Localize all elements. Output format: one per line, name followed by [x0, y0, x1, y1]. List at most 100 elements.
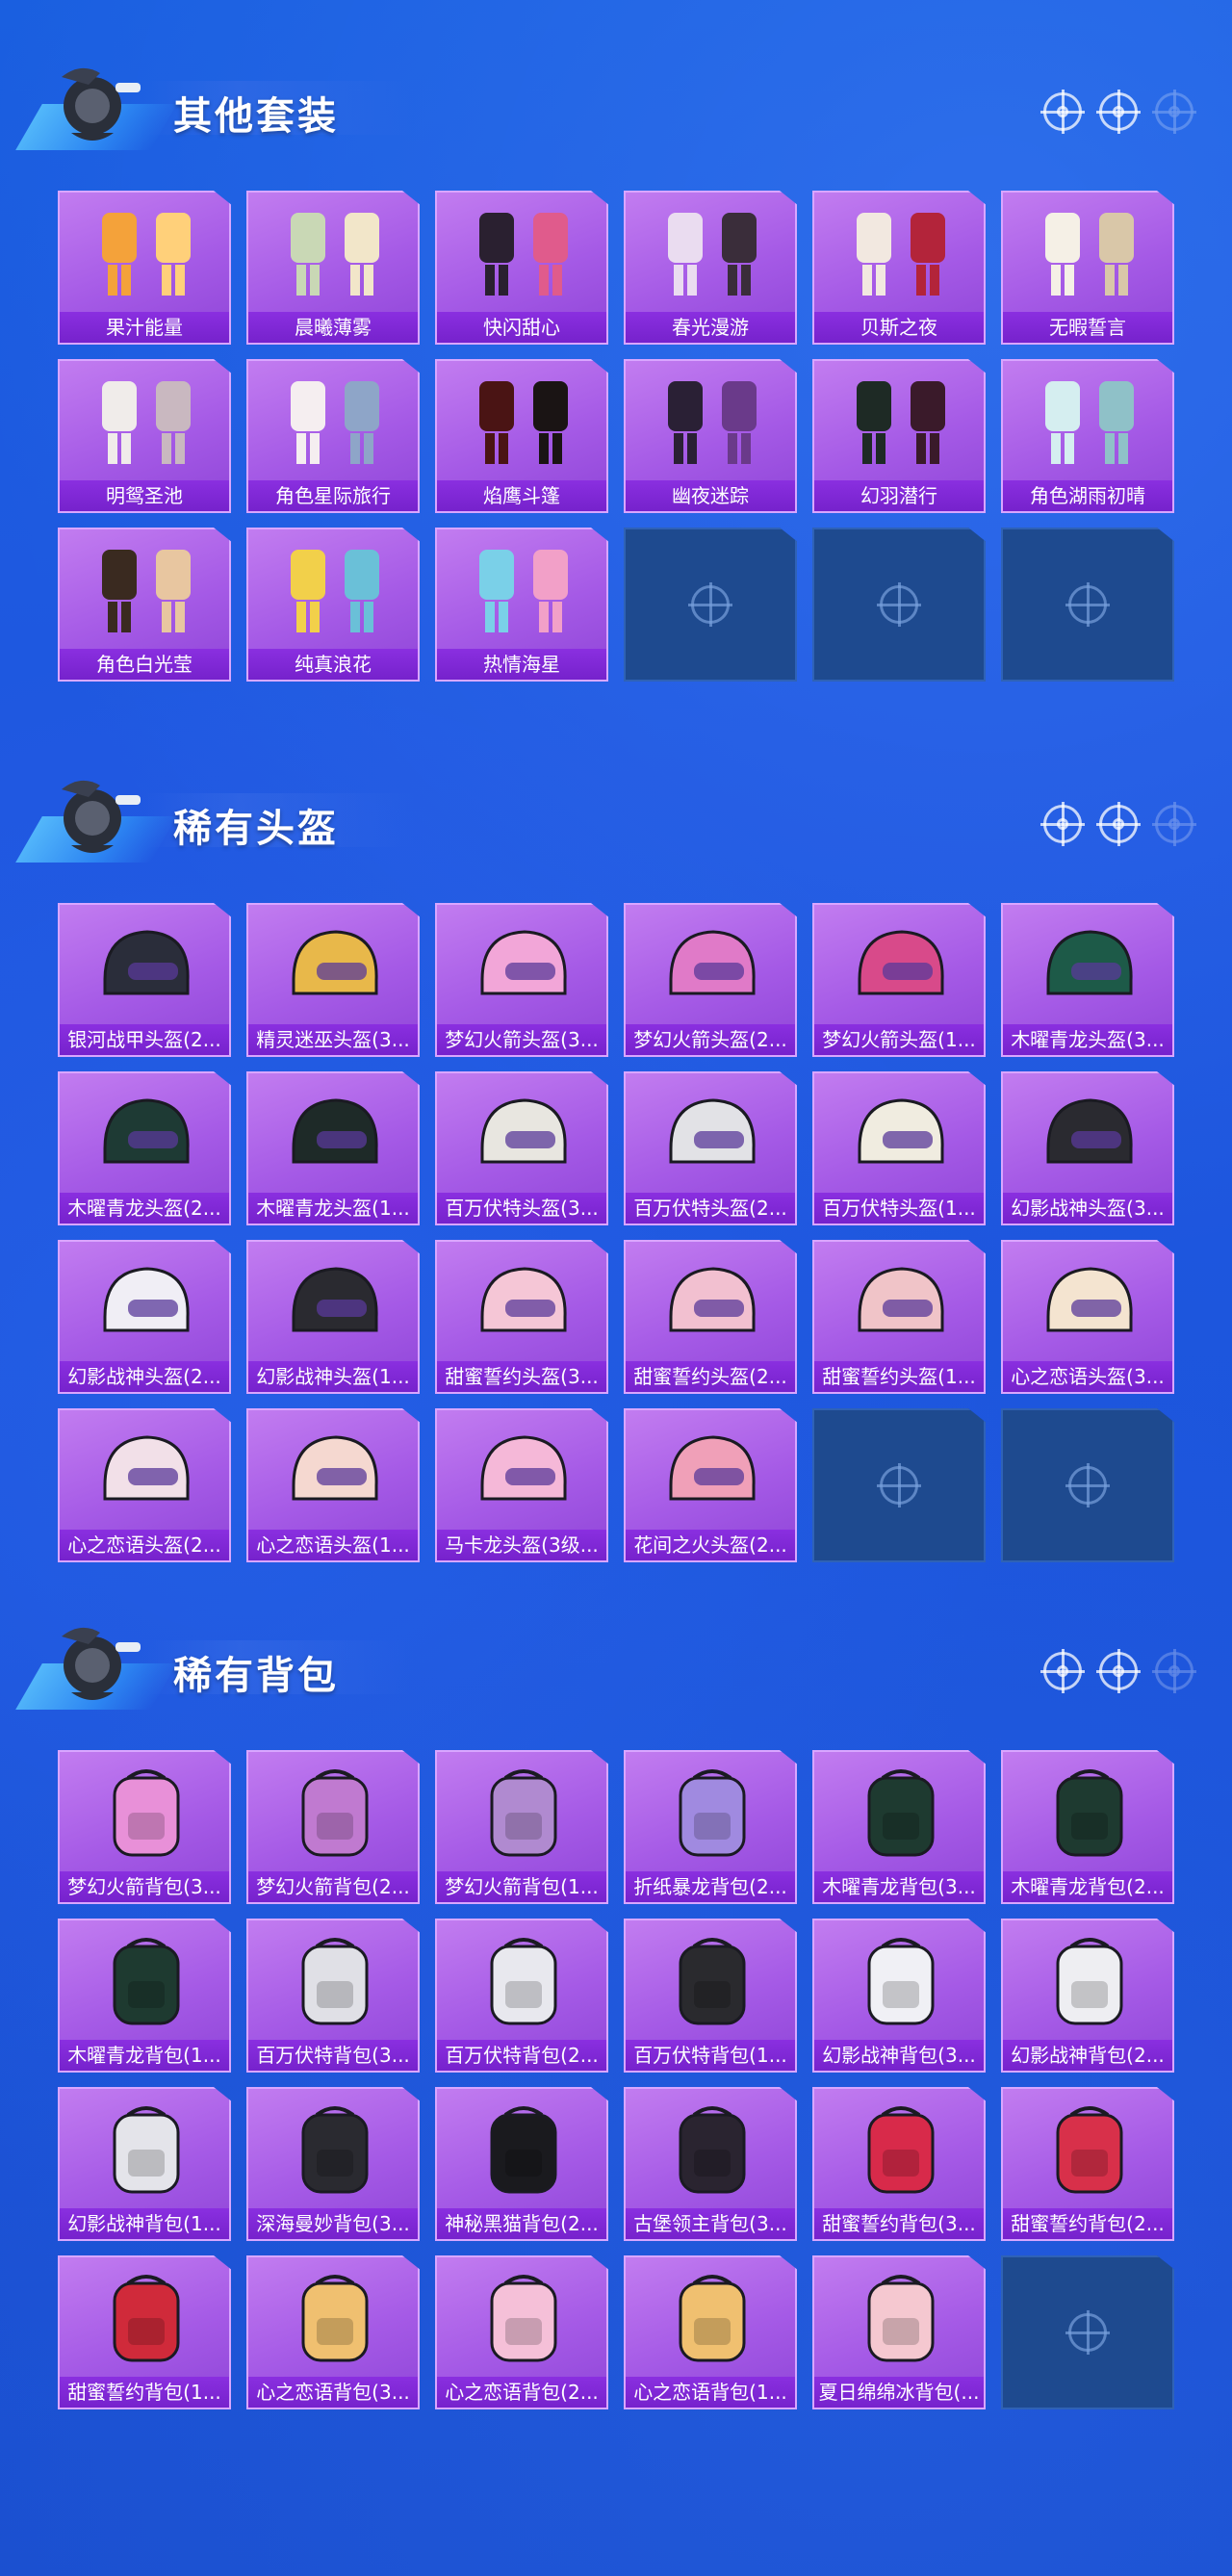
backpack-card[interactable]: 梦幻火箭背包(1...	[435, 1750, 608, 1904]
crosshair-icon	[1065, 582, 1110, 627]
outfit-card[interactable]: 幻羽潜行	[812, 359, 986, 513]
backpack-image	[654, 2099, 770, 2206]
helmet-card[interactable]: 幻影战神头盔(1...	[246, 1240, 420, 1394]
backpack-card[interactable]: 百万伏特背包(1...	[624, 1919, 797, 2073]
outfit-card[interactable]: 果汁能量	[58, 191, 231, 345]
card-label: 焰鹰斗篷	[437, 480, 606, 511]
outfit-card[interactable]: 热情海星	[435, 528, 608, 682]
card-label: 木曜青龙背包(3...	[814, 1871, 984, 1902]
backpack-card[interactable]: 夏日绵绵冰背包(...	[812, 2255, 986, 2409]
outfit-card[interactable]: 贝斯之夜	[812, 191, 986, 345]
card-label: 心之恋语头盔(3...	[1003, 1361, 1172, 1392]
helmet-card[interactable]: 甜蜜誓约头盔(2...	[624, 1240, 797, 1394]
outfit-card[interactable]: 明鸳圣池	[58, 359, 231, 513]
outfit-card[interactable]: 角色星际旅行	[246, 359, 420, 513]
outfit-card[interactable]: 焰鹰斗篷	[435, 359, 608, 513]
helmet-card[interactable]: 心之恋语头盔(3...	[1001, 1240, 1174, 1394]
helmet-card[interactable]: 木曜青龙头盔(1...	[246, 1071, 420, 1225]
card-label: 百万伏特头盔(2...	[626, 1193, 795, 1224]
backpack-card[interactable]: 梦幻火箭背包(2...	[246, 1750, 420, 1904]
backpack-image	[466, 1930, 581, 2038]
helmet-card[interactable]: 幻影战神头盔(2...	[58, 1240, 231, 1394]
helmet-image	[654, 914, 770, 1022]
card-label: 木曜青龙头盔(2...	[60, 1193, 229, 1224]
crosshair-icon	[1152, 802, 1196, 846]
crosshair-icon	[877, 582, 921, 627]
card-label: 夏日绵绵冰背包(...	[814, 2377, 984, 2408]
backpack-card[interactable]: 幻影战神背包(1...	[58, 2087, 231, 2241]
helmet-card[interactable]: 百万伏特头盔(2...	[624, 1071, 797, 1225]
card-label: 梦幻火箭背包(3...	[60, 1871, 229, 1902]
helmet-card[interactable]: 马卡龙头盔(3级...	[435, 1408, 608, 1562]
backpack-card[interactable]: 幻影战神背包(2...	[1001, 1919, 1174, 2073]
section-header: 其他套装	[0, 39, 1232, 154]
helmet-card[interactable]: 木曜青龙头盔(3...	[1001, 903, 1174, 1057]
outfit-card[interactable]: 幽夜迷踪	[624, 359, 797, 513]
card-label: 无暇誓言	[1003, 312, 1172, 343]
empty-slot	[1001, 2255, 1174, 2409]
backpack-card[interactable]: 折纸暴龙背包(2...	[624, 1750, 797, 1904]
card-label: 甜蜜誓约头盔(3...	[437, 1361, 606, 1392]
outfit-image	[1032, 202, 1147, 310]
helmet-card[interactable]: 心之恋语头盔(2...	[58, 1408, 231, 1562]
helmet-card[interactable]: 木曜青龙头盔(2...	[58, 1071, 231, 1225]
backpack-image	[466, 1762, 581, 1869]
helmet-card[interactable]: 梦幻火箭头盔(2...	[624, 903, 797, 1057]
outfit-image	[466, 371, 581, 478]
helmet-card[interactable]: 精灵迷巫头盔(3...	[246, 903, 420, 1057]
backpack-card[interactable]: 木曜青龙背包(1...	[58, 1919, 231, 2073]
empty-slot	[812, 528, 986, 682]
helmet-card[interactable]: 甜蜜誓约头盔(1...	[812, 1240, 986, 1394]
card-label: 贝斯之夜	[814, 312, 984, 343]
backpack-card[interactable]: 木曜青龙背包(3...	[812, 1750, 986, 1904]
outfit-card[interactable]: 角色白光莹	[58, 528, 231, 682]
card-label: 纯真浪花	[248, 649, 418, 680]
outfit-card[interactable]: 春光漫游	[624, 191, 797, 345]
helmet-card[interactable]: 甜蜜誓约头盔(3...	[435, 1240, 608, 1394]
helmet-image	[277, 1251, 393, 1359]
helmet-card[interactable]: 花间之火头盔(2...	[624, 1408, 797, 1562]
outfit-card[interactable]: 快闪甜心	[435, 191, 608, 345]
backpack-card[interactable]: 甜蜜誓约背包(3...	[812, 2087, 986, 2241]
backpack-card[interactable]: 木曜青龙背包(2...	[1001, 1750, 1174, 1904]
backpack-card[interactable]: 心之恋语背包(3...	[246, 2255, 420, 2409]
helmet-image	[654, 1420, 770, 1528]
helmet-card[interactable]: 梦幻火箭头盔(1...	[812, 903, 986, 1057]
card-label: 幻羽潜行	[814, 480, 984, 511]
backpack-card[interactable]: 梦幻火箭背包(3...	[58, 1750, 231, 1904]
card-label: 银河战甲头盔(2...	[60, 1024, 229, 1055]
backpack-image	[277, 1762, 393, 1869]
outfit-card[interactable]: 角色湖雨初晴	[1001, 359, 1174, 513]
helmet-card[interactable]: 银河战甲头盔(2...	[58, 903, 231, 1057]
helmet-card[interactable]: 心之恋语头盔(1...	[246, 1408, 420, 1562]
crosshair-icon	[877, 1463, 921, 1507]
helmet-card[interactable]: 百万伏特头盔(3...	[435, 1071, 608, 1225]
card-label: 木曜青龙头盔(3...	[1003, 1024, 1172, 1055]
helmet-image	[277, 1420, 393, 1528]
backpack-image	[466, 2267, 581, 2375]
backpack-card[interactable]: 百万伏特背包(3...	[246, 1919, 420, 2073]
backpack-card[interactable]: 甜蜜誓约背包(2...	[1001, 2087, 1174, 2241]
helmet-card[interactable]: 百万伏特头盔(1...	[812, 1071, 986, 1225]
backpack-card[interactable]: 古堡领主背包(3...	[624, 2087, 797, 2241]
backpack-card[interactable]: 甜蜜誓约背包(1...	[58, 2255, 231, 2409]
helmet-card[interactable]: 幻影战神头盔(3...	[1001, 1071, 1174, 1225]
helmet-image	[89, 1251, 204, 1359]
card-label: 晨曦薄雾	[248, 312, 418, 343]
outfit-card[interactable]: 无暇誓言	[1001, 191, 1174, 345]
backpack-image	[843, 1762, 959, 1869]
card-label: 果汁能量	[60, 312, 229, 343]
backpack-card[interactable]: 心之恋语背包(1...	[624, 2255, 797, 2409]
helmet-card[interactable]: 梦幻火箭头盔(3...	[435, 903, 608, 1057]
card-label: 幻影战神背包(2...	[1003, 2040, 1172, 2071]
backpack-card[interactable]: 幻影战神背包(3...	[812, 1919, 986, 2073]
backpack-image	[466, 2099, 581, 2206]
backpack-card[interactable]: 深海曼妙背包(3...	[246, 2087, 420, 2241]
backpack-card[interactable]: 神秘黑猫背包(2...	[435, 2087, 608, 2241]
backpack-card[interactable]: 百万伏特背包(2...	[435, 1919, 608, 2073]
card-label: 春光漫游	[626, 312, 795, 343]
section-title: 稀有背包	[173, 1654, 339, 1698]
outfit-card[interactable]: 晨曦薄雾	[246, 191, 420, 345]
outfit-card[interactable]: 纯真浪花	[246, 528, 420, 682]
backpack-card[interactable]: 心之恋语背包(2...	[435, 2255, 608, 2409]
